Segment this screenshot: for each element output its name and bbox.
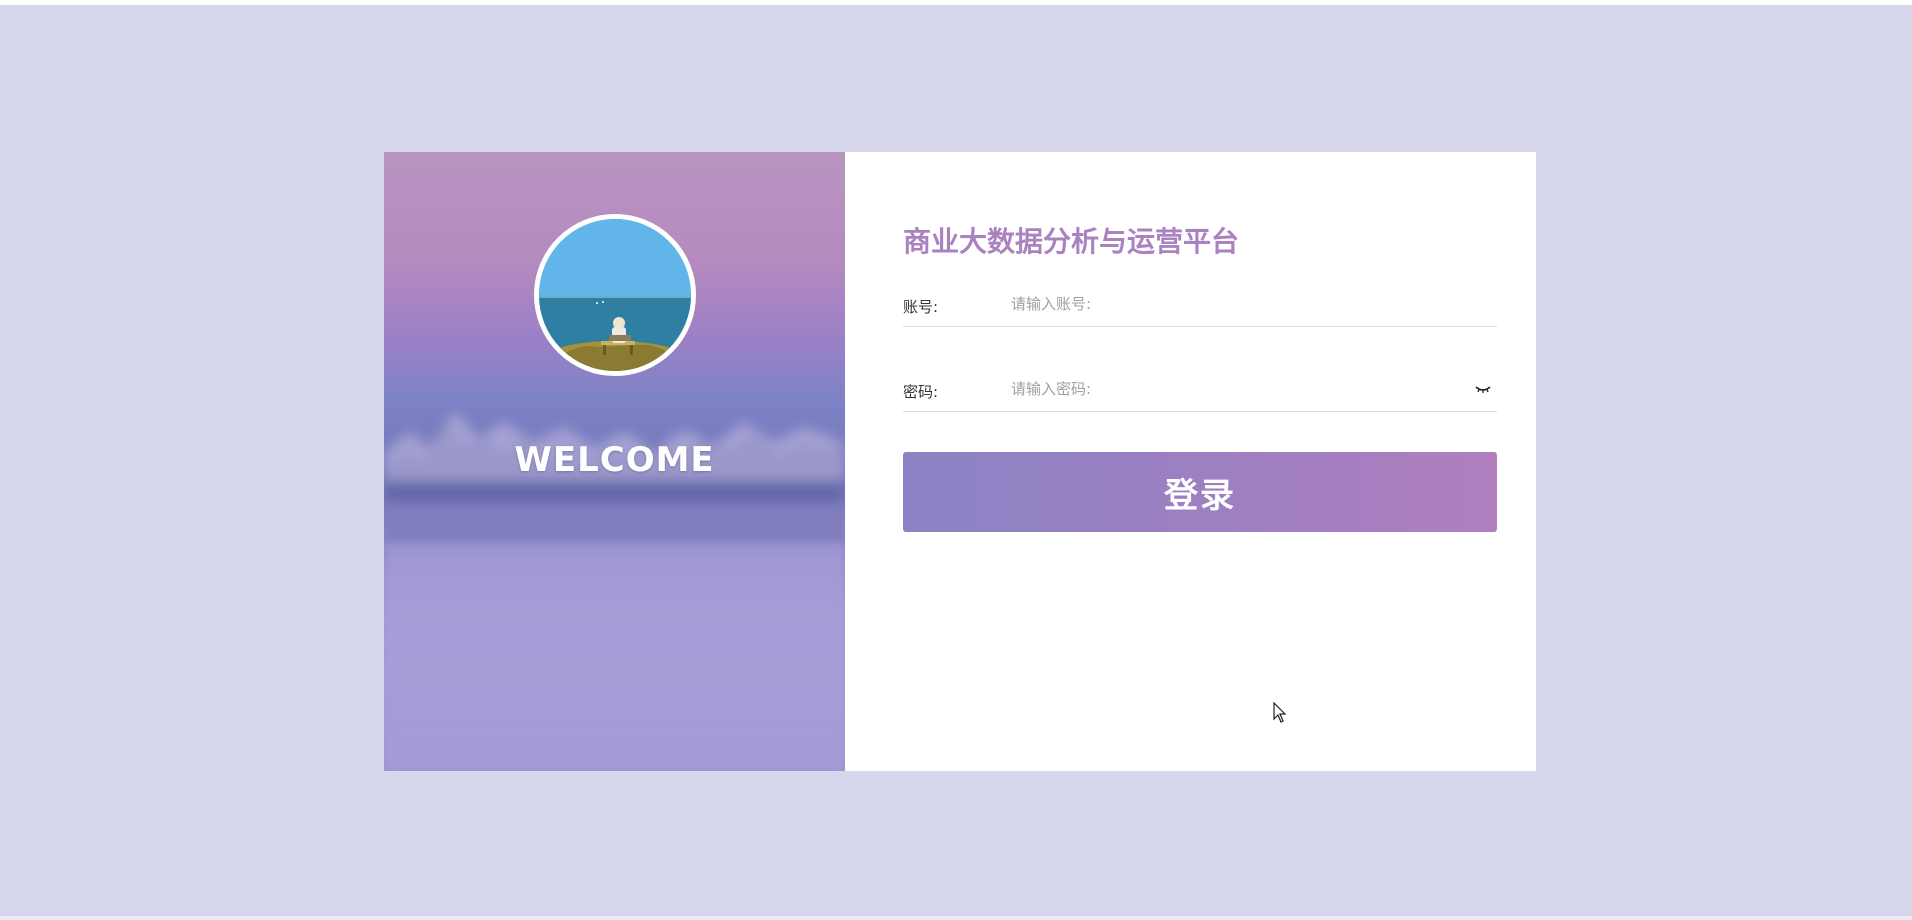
password-input[interactable] [1011,375,1471,403]
login-form-panel: 商业大数据分析与运营平台 账号: 密码: 登录 [845,152,1536,771]
mouse-cursor-icon [1273,702,1287,723]
login-button[interactable]: 登录 [903,452,1497,532]
account-label: 账号: [903,298,939,316]
window-bottom-edge [0,916,1912,920]
password-field: 密码: [903,367,1497,412]
welcome-heading: WELCOME [514,440,715,480]
account-field: 账号: [903,282,1497,327]
avatar-photo-icon [534,214,696,376]
password-label: 密码: [903,383,939,401]
eye-closed-icon[interactable] [1475,383,1491,395]
login-card: WELCOME 商业大数据分析与运营平台 账号: 密码: 登录 [384,152,1536,771]
window-top-edge [0,0,1912,5]
platform-title: 商业大数据分析与运营平台 [903,225,1240,258]
account-input[interactable] [1011,290,1471,318]
welcome-panel: WELCOME [384,152,845,771]
fog-layer [384,542,845,771]
